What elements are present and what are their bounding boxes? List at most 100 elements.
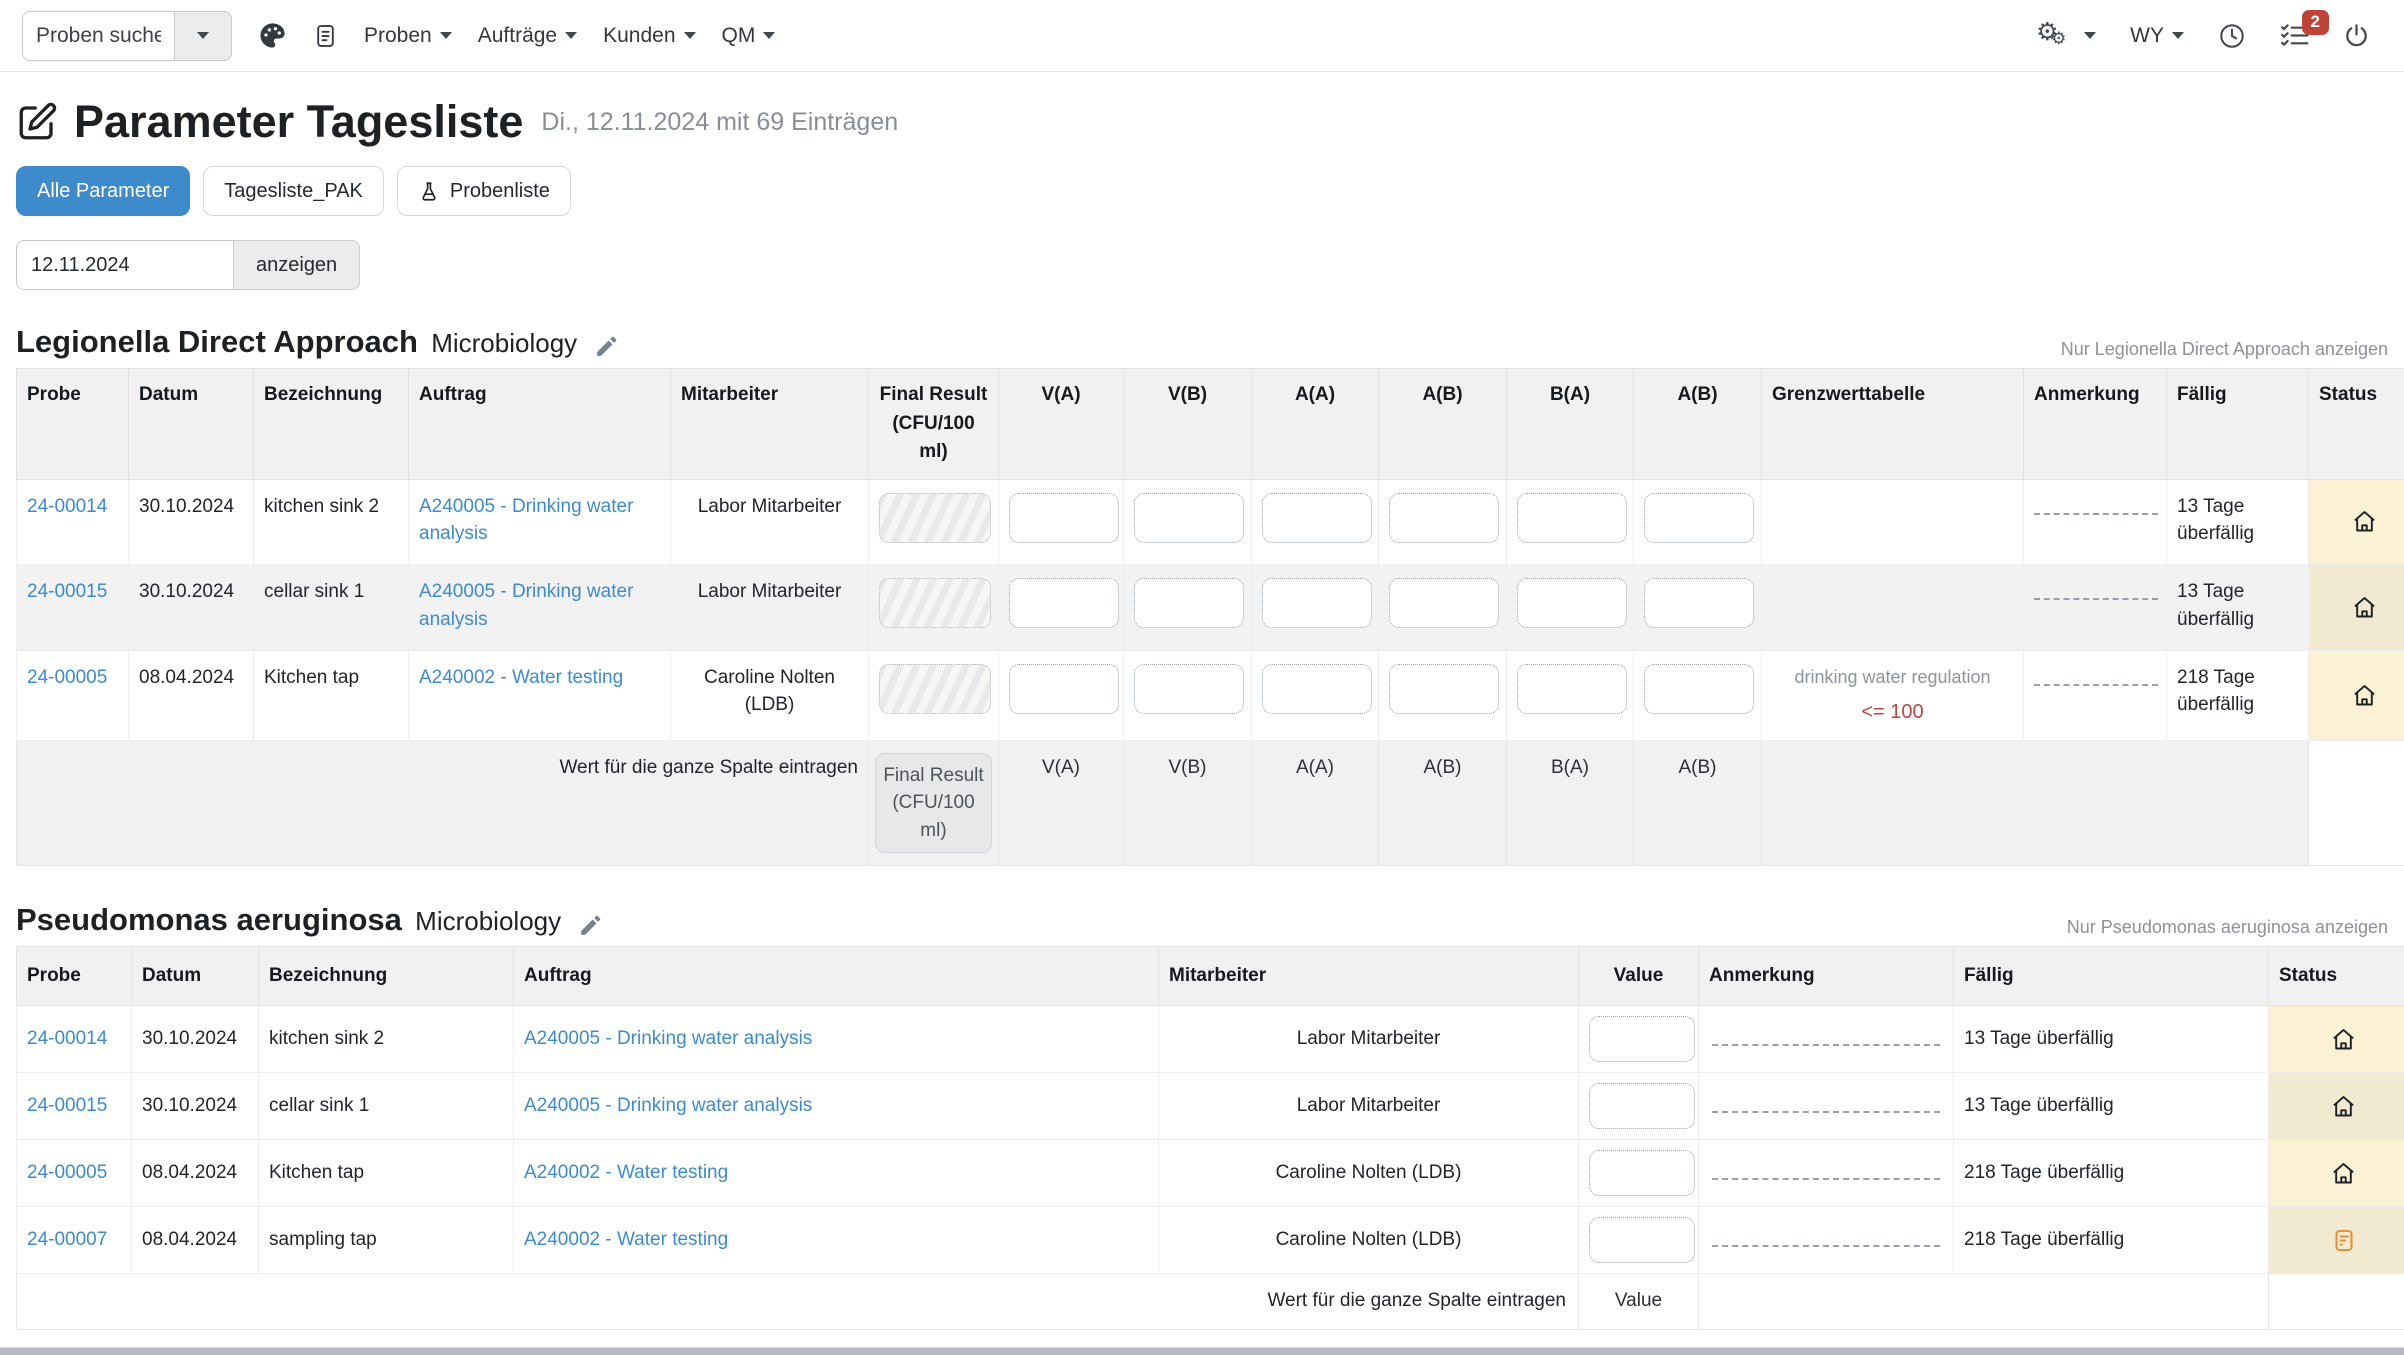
anmerkung-field[interactable] [1712,1091,1940,1113]
auftrag-link[interactable]: A240005 - Drinking water analysis [419,496,633,545]
menu-kunden-label: Kunden [603,24,675,48]
result-input[interactable] [1644,493,1754,543]
show-button[interactable]: anzeigen [234,240,360,290]
home-status-icon[interactable] [2330,1162,2357,1183]
menu-kunden[interactable]: Kunden [603,24,695,48]
auftrag-link[interactable]: A240005 - Drinking water analysis [524,1028,812,1049]
auftrag-cell: A240002 - Water testing [514,1207,1159,1274]
probe-link[interactable]: 24-00015 [27,581,107,602]
menu-qm[interactable]: QM [722,24,776,48]
result-input[interactable] [1517,493,1627,543]
probe-link[interactable]: 24-00005 [27,667,107,688]
probe-link[interactable]: 24-00014 [27,1028,107,1049]
column-fill-button[interactable]: B(A) [1507,740,1634,866]
result-input[interactable] [1262,578,1372,628]
final-result-cell [869,479,999,565]
result-input[interactable] [1389,493,1499,543]
tab-alle-parameter[interactable]: Alle Parameter [16,166,190,216]
form-status-icon[interactable] [2332,1229,2356,1250]
probe-cell: 24-00015 [17,565,129,651]
user-menu[interactable]: WY [2130,24,2184,48]
edit-pencil-icon[interactable] [578,914,603,935]
auftrag-link[interactable]: A240005 - Drinking water analysis [419,581,633,630]
home-status-icon[interactable] [2330,1095,2357,1116]
probe-link[interactable]: 24-00014 [27,496,107,517]
result-input[interactable] [1262,493,1372,543]
auftrag-link[interactable]: A240002 - Water testing [419,667,623,688]
result-input[interactable] [1644,664,1754,714]
filter-only-pseudomonas-link[interactable]: Nur Pseudomonas aeruginosa anzeigen [2067,917,2388,938]
settings-menu[interactable]: ⚙⚙ [2036,19,2096,53]
edit-pencil-icon[interactable] [594,336,619,357]
anmerkung-field[interactable] [1712,1158,1940,1180]
anmerkung-field[interactable] [2034,493,2158,515]
mitarbeiter-cell: Labor Mitarbeiter [1159,1006,1579,1073]
section-subtitle: Microbiology [415,906,561,936]
search-input[interactable] [22,11,174,61]
search-scope-toggle[interactable] [174,11,232,61]
result-input[interactable] [1009,664,1119,714]
column-fill-button[interactable]: V(A) [999,740,1124,866]
home-status-icon[interactable] [2330,1028,2357,1049]
value-column-fill-button[interactable]: Value [1579,1274,1699,1330]
result-input[interactable] [1134,578,1244,628]
table-row: 24-0001530.10.2024cellar sink 1A240005 -… [17,565,2404,651]
probe-link[interactable]: 24-00015 [27,1095,107,1116]
value-input[interactable] [1589,1217,1695,1263]
anmerkung-field[interactable] [2034,578,2158,600]
document-icon[interactable] [313,22,338,50]
probe-link[interactable]: 24-00007 [27,1229,107,1250]
home-status-icon[interactable] [2351,511,2378,532]
value-input[interactable] [1589,1150,1695,1196]
auftrag-cell: A240005 - Drinking water analysis [409,565,671,651]
result-input[interactable] [1009,493,1119,543]
auftrag-link[interactable]: A240002 - Water testing [524,1162,728,1183]
datum-cell: 08.04.2024 [132,1140,259,1207]
menu-auftraege[interactable]: Aufträge [478,24,577,48]
clock-icon[interactable] [2218,22,2246,50]
filter-only-legionella-link[interactable]: Nur Legionella Direct Approach anzeigen [2061,339,2388,360]
anmerkung-field[interactable] [2034,664,2158,686]
result-input[interactable] [1009,578,1119,628]
home-status-icon[interactable] [2351,597,2378,618]
final-result-column-button[interactable]: Final Result (CFU/100 ml) [875,753,992,854]
date-input[interactable] [16,240,234,290]
power-icon[interactable] [2343,22,2370,49]
status-cell [2269,1140,2404,1207]
column-fill-row: Wert für die ganze Spalte eintragenFinal… [17,740,2404,866]
result-input[interactable] [1644,578,1754,628]
value-input[interactable] [1589,1083,1695,1129]
column-fill-button[interactable]: A(A) [1252,740,1379,866]
probe-link[interactable]: 24-00005 [27,1162,107,1183]
top-navbar: Proben Aufträge Kunden QM ⚙⚙ WY [0,0,2404,72]
result-input[interactable] [1262,664,1372,714]
grenzwert-limit-link[interactable]: <= 100 [1861,698,1923,727]
tasks-menu[interactable]: 2 [2280,22,2309,49]
bezeichnung-cell: kitchen sink 2 [254,479,409,565]
result-input[interactable] [1134,664,1244,714]
home-status-icon[interactable] [2351,684,2378,705]
result-input[interactable] [1389,664,1499,714]
auftrag-link[interactable]: A240005 - Drinking water analysis [524,1095,812,1116]
tab-tagesliste-pak[interactable]: Tagesliste_PAK [203,166,384,216]
tab-probenliste[interactable]: Probenliste [397,166,571,216]
status-cell [2309,565,2404,651]
chevron-down-icon [440,32,452,39]
result-input[interactable] [1517,578,1627,628]
column-fill-label: Wert für die ganze Spalte eintragen [17,740,869,866]
final-result-input-disabled [879,664,991,714]
column-fill-button[interactable]: V(B) [1124,740,1252,866]
final-result-cell [869,565,999,651]
column-fill-button[interactable]: A(B) [1379,740,1507,866]
auftrag-link[interactable]: A240002 - Water testing [524,1229,728,1250]
column-fill-button[interactable]: A(B) [1634,740,1762,866]
result-input[interactable] [1134,493,1244,543]
anmerkung-field[interactable] [1712,1024,1940,1046]
anmerkung-field[interactable] [1712,1225,1940,1247]
result-input[interactable] [1389,578,1499,628]
value-input[interactable] [1589,1016,1695,1062]
result-input[interactable] [1517,664,1627,714]
faellig-cell: 13 Tage überfällig [1954,1006,2269,1073]
palette-icon[interactable] [258,21,287,50]
menu-proben[interactable]: Proben [364,24,452,48]
